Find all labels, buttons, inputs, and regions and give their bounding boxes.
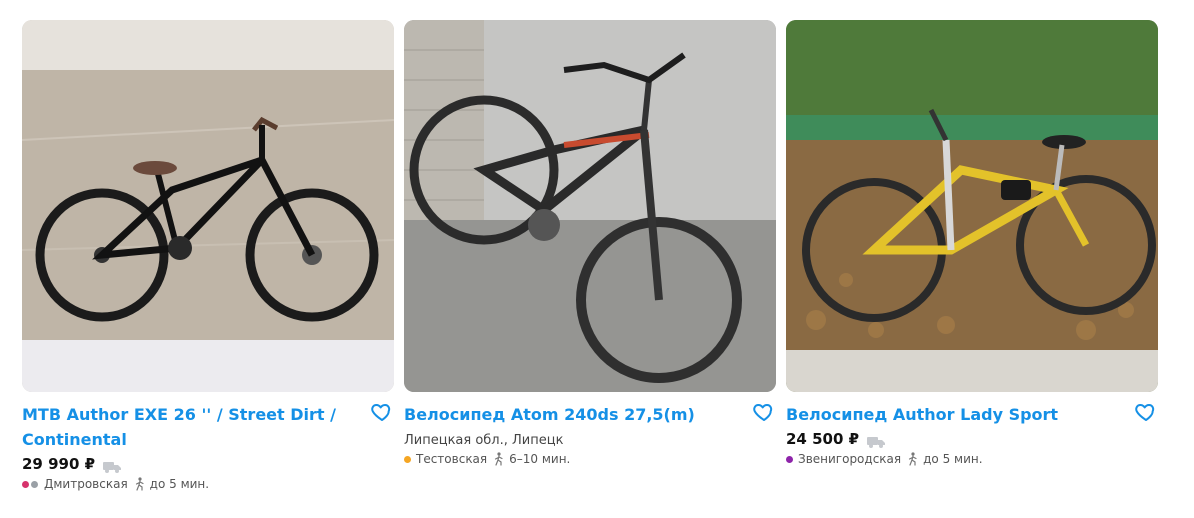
metro-info: Дмитровская до 5 мин. xyxy=(22,477,394,491)
listing-photo[interactable] xyxy=(22,20,394,392)
listing-title[interactable]: Велосипед Author Lady Sport xyxy=(786,402,1124,427)
price-row: 24 500 ₽ xyxy=(786,430,1158,448)
metro-station: Дмитровская xyxy=(44,477,128,491)
listing-title-row: Велосипед Atom 240ds 27,5(m) xyxy=(404,402,776,427)
bicycle-photo-1 xyxy=(22,20,394,392)
heart-outline-icon[interactable] xyxy=(370,400,394,424)
truck-icon xyxy=(867,433,886,448)
listing-price: 24 500 ₽ xyxy=(786,430,860,448)
metro-walk-time: до 5 мин. xyxy=(149,477,210,491)
metro-station: Тестовская xyxy=(416,452,488,466)
listing-card[interactable]: Велосипед Atom 240ds 27,5(m) Липецкая об… xyxy=(404,20,776,466)
listing-title-row: Велосипед Author Lady Sport xyxy=(786,402,1158,427)
metro-line-dot xyxy=(786,455,793,463)
listing-region: Липецкая обл., Липецк xyxy=(404,433,564,448)
heart-outline-icon[interactable] xyxy=(1134,400,1158,424)
metro-line-dot xyxy=(31,480,38,488)
walking-person-icon xyxy=(493,452,505,466)
heart-outline-icon[interactable] xyxy=(752,400,776,424)
listings-grid: MTB Author EXE 26 '' / Street Dirt / Con… xyxy=(0,0,1194,518)
walking-person-icon xyxy=(907,452,919,466)
truck-icon xyxy=(103,458,122,473)
metro-station: Звенигородская xyxy=(798,452,902,466)
listing-title-row: MTB Author EXE 26 '' / Street Dirt / Con… xyxy=(22,402,394,452)
listing-title[interactable]: MTB Author EXE 26 '' / Street Dirt / Con… xyxy=(22,402,360,452)
metro-info: Звенигородская до 5 мин. xyxy=(786,452,1158,466)
listing-card[interactable]: MTB Author EXE 26 '' / Street Dirt / Con… xyxy=(22,20,394,491)
walking-person-icon xyxy=(134,477,146,491)
bicycle-photo-2 xyxy=(404,20,776,392)
listing-card[interactable]: Велосипед Author Lady Sport 24 500 ₽ Зве… xyxy=(786,20,1158,466)
metro-line-dot xyxy=(404,455,411,463)
listing-title[interactable]: Велосипед Atom 240ds 27,5(m) xyxy=(404,402,742,427)
listing-price: 29 990 ₽ xyxy=(22,455,96,473)
metro-walk-time: 6–10 мин. xyxy=(509,452,571,466)
metro-line-dot xyxy=(22,480,29,488)
price-row: 29 990 ₽ xyxy=(22,455,394,473)
metro-info: Тестовская 6–10 мин. xyxy=(404,452,776,466)
metro-walk-time: до 5 мин. xyxy=(923,452,983,466)
listing-photo[interactable] xyxy=(404,20,776,392)
bicycle-photo-3 xyxy=(786,20,1158,392)
listing-photo[interactable] xyxy=(786,20,1158,392)
